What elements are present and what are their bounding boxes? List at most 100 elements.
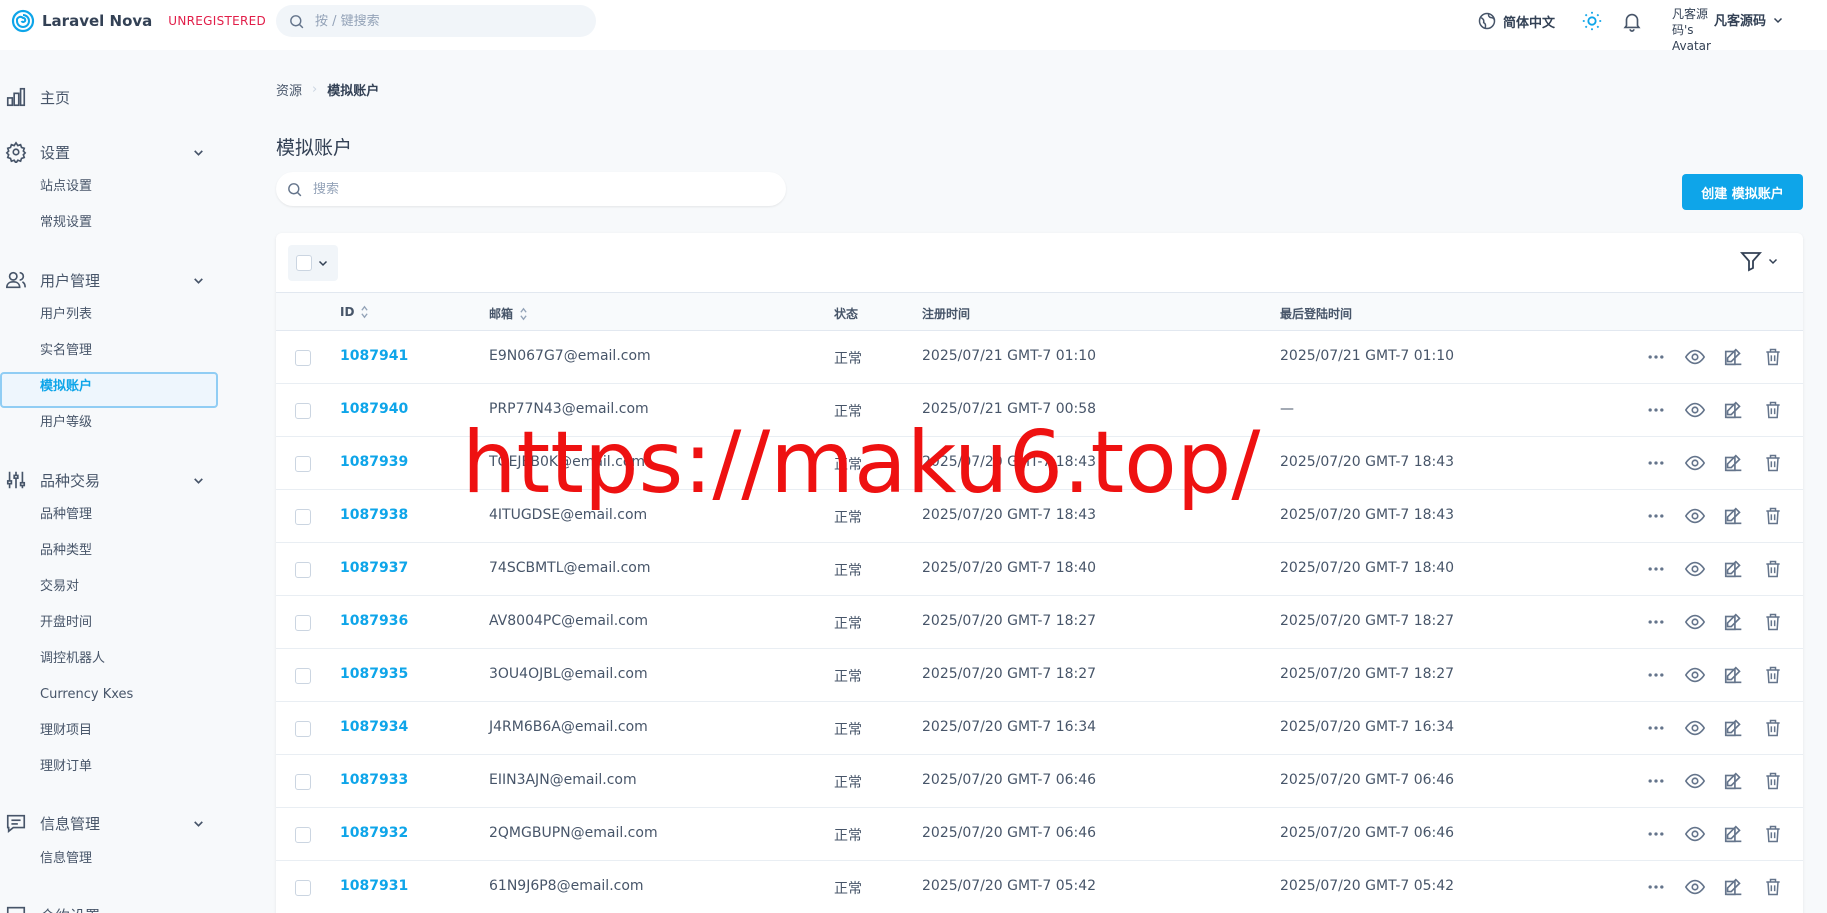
sidebar-group-contract[interactable]: 合約设置 [0, 900, 220, 913]
edit-icon[interactable] [1721, 874, 1747, 900]
view-icon[interactable] [1682, 503, 1708, 529]
edit-icon[interactable] [1721, 715, 1747, 741]
view-icon[interactable] [1682, 397, 1708, 423]
language-switcher[interactable]: 简体中文 [1477, 8, 1555, 34]
more-actions-icon[interactable] [1643, 503, 1669, 529]
table-row[interactable]: 1087939 TOEJEB0K@email.com 正常 2025/07/20 GM… [276, 437, 1803, 490]
column-header-email[interactable]: 邮箱 [489, 305, 528, 322]
resource-search-input[interactable] [313, 181, 753, 197]
sidebar-item-finance-orders[interactable]: 理财订单 [40, 756, 92, 778]
edit-icon[interactable] [1721, 344, 1747, 370]
notifications-button[interactable] [1620, 9, 1644, 33]
view-icon[interactable] [1682, 662, 1708, 688]
filter-button[interactable] [1739, 249, 1779, 273]
table-row[interactable]: 1087933 EIIN3AJN@email.com 正常 2025/07/20 GM… [276, 755, 1803, 808]
view-icon[interactable] [1682, 450, 1708, 476]
delete-icon[interactable] [1760, 821, 1786, 847]
view-icon[interactable] [1682, 768, 1708, 794]
sidebar-item-user-list[interactable]: 用户列表 [40, 304, 92, 326]
avatar[interactable]: 凡客源码's Avatar [1672, 6, 1712, 54]
row-checkbox[interactable] [295, 774, 311, 790]
sidebar-active-highlight[interactable] [0, 372, 218, 408]
table-row[interactable]: 1087931 61N9J6P8@email.com 正常 2025/07/20 GM… [276, 861, 1803, 913]
table-row[interactable]: 1087936 AV8004PC@email.com 正常 2025/07/20 GM… [276, 596, 1803, 649]
edit-icon[interactable] [1721, 503, 1747, 529]
row-id-link[interactable]: 1087931 [340, 878, 408, 894]
more-actions-icon[interactable] [1643, 768, 1669, 794]
sidebar-item-site-settings[interactable]: 站点设置 [40, 176, 92, 198]
row-checkbox[interactable] [295, 456, 311, 472]
sidebar-item-products[interactable]: 品种管理 [40, 504, 92, 526]
sidebar-item-open-times[interactable]: 开盘时间 [40, 612, 92, 634]
delete-icon[interactable] [1760, 556, 1786, 582]
sidebar-group-settings[interactable]: 设置 [0, 137, 220, 167]
sidebar-item-home[interactable]: 主页 [0, 82, 220, 112]
sidebar-group-messages[interactable]: 信息管理 [0, 808, 220, 838]
delete-icon[interactable] [1760, 344, 1786, 370]
table-row[interactable]: 1087935 3OU4OJBL@email.com 正常 2025/07/20 GM… [276, 649, 1803, 702]
sidebar-item-user-levels[interactable]: 用户等级 [40, 412, 92, 434]
more-actions-icon[interactable] [1643, 397, 1669, 423]
delete-icon[interactable] [1760, 715, 1786, 741]
row-id-link[interactable]: 1087937 [340, 560, 408, 576]
view-icon[interactable] [1682, 609, 1708, 635]
select-all-dropdown[interactable] [288, 245, 338, 281]
table-row[interactable]: 1087932 2QMGBUPN@email.com 正常 2025/07/20 GM… [276, 808, 1803, 861]
delete-icon[interactable] [1760, 503, 1786, 529]
row-checkbox[interactable] [295, 615, 311, 631]
table-row[interactable]: 1087937 74SCBMTL@email.com 正常 2025/07/20 GM… [276, 543, 1803, 596]
edit-icon[interactable] [1721, 821, 1747, 847]
global-search[interactable] [276, 5, 596, 37]
row-checkbox[interactable] [295, 562, 311, 578]
create-demo-account-button[interactable]: 创建 模拟账户 [1682, 174, 1803, 210]
sidebar-group-users[interactable]: 用户管理 [0, 265, 220, 295]
edit-icon[interactable] [1721, 662, 1747, 688]
sidebar-item-finance-projects[interactable]: 理财项目 [40, 720, 92, 742]
sidebar-item-kyc[interactable]: 实名管理 [40, 340, 92, 362]
delete-icon[interactable] [1760, 662, 1786, 688]
edit-icon[interactable] [1721, 450, 1747, 476]
row-id-link[interactable]: 1087933 [340, 772, 408, 788]
edit-icon[interactable] [1721, 768, 1747, 794]
global-search-input[interactable] [315, 13, 575, 29]
row-checkbox[interactable] [295, 668, 311, 684]
more-actions-icon[interactable] [1643, 450, 1669, 476]
sidebar-item-general-settings[interactable]: 常规设置 [40, 212, 92, 234]
row-id-link[interactable]: 1087939 [340, 454, 408, 470]
more-actions-icon[interactable] [1643, 556, 1669, 582]
sidebar-item-pairs[interactable]: 交易对 [40, 576, 79, 598]
breadcrumb-root[interactable]: 资源 [276, 80, 302, 99]
row-checkbox[interactable] [295, 827, 311, 843]
row-checkbox[interactable] [295, 403, 311, 419]
more-actions-icon[interactable] [1643, 874, 1669, 900]
table-row[interactable]: 1087940 PRP77N43@email.com 正常 2025/07/21 GM… [276, 384, 1803, 437]
row-checkbox[interactable] [295, 721, 311, 737]
row-id-link[interactable]: 1087935 [340, 666, 408, 682]
delete-icon[interactable] [1760, 609, 1786, 635]
sidebar-group-trading[interactable]: 品种交易 [0, 465, 220, 495]
edit-icon[interactable] [1721, 397, 1747, 423]
row-id-link[interactable]: 1087940 [340, 401, 408, 417]
delete-icon[interactable] [1760, 768, 1786, 794]
row-id-link[interactable]: 1087934 [340, 719, 408, 735]
row-checkbox[interactable] [295, 509, 311, 525]
edit-icon[interactable] [1721, 556, 1747, 582]
view-icon[interactable] [1682, 821, 1708, 847]
view-icon[interactable] [1682, 556, 1708, 582]
sidebar-item-product-types[interactable]: 品种类型 [40, 540, 92, 562]
more-actions-icon[interactable] [1643, 344, 1669, 370]
view-icon[interactable] [1682, 874, 1708, 900]
delete-icon[interactable] [1760, 397, 1786, 423]
table-row[interactable]: 1087938 4ITUGDSE@email.com 正常 2025/07/20 GM… [276, 490, 1803, 543]
sidebar-item-demo-accounts[interactable]: 模拟账户 [40, 376, 92, 398]
row-id-link[interactable]: 1087938 [340, 507, 408, 523]
sidebar-item-robots[interactable]: 调控机器人 [40, 648, 105, 670]
row-checkbox[interactable] [295, 880, 311, 896]
select-all-checkbox[interactable] [296, 255, 312, 271]
sidebar-item-messages[interactable]: 信息管理 [40, 848, 92, 870]
edit-icon[interactable] [1721, 609, 1747, 635]
user-menu[interactable]: 凡客源码 [1714, 10, 1784, 29]
column-header-id[interactable]: ID [340, 305, 369, 319]
app-logo[interactable]: Laravel Nova UNREGISTERED [11, 8, 266, 34]
theme-toggle-button[interactable] [1580, 9, 1604, 33]
